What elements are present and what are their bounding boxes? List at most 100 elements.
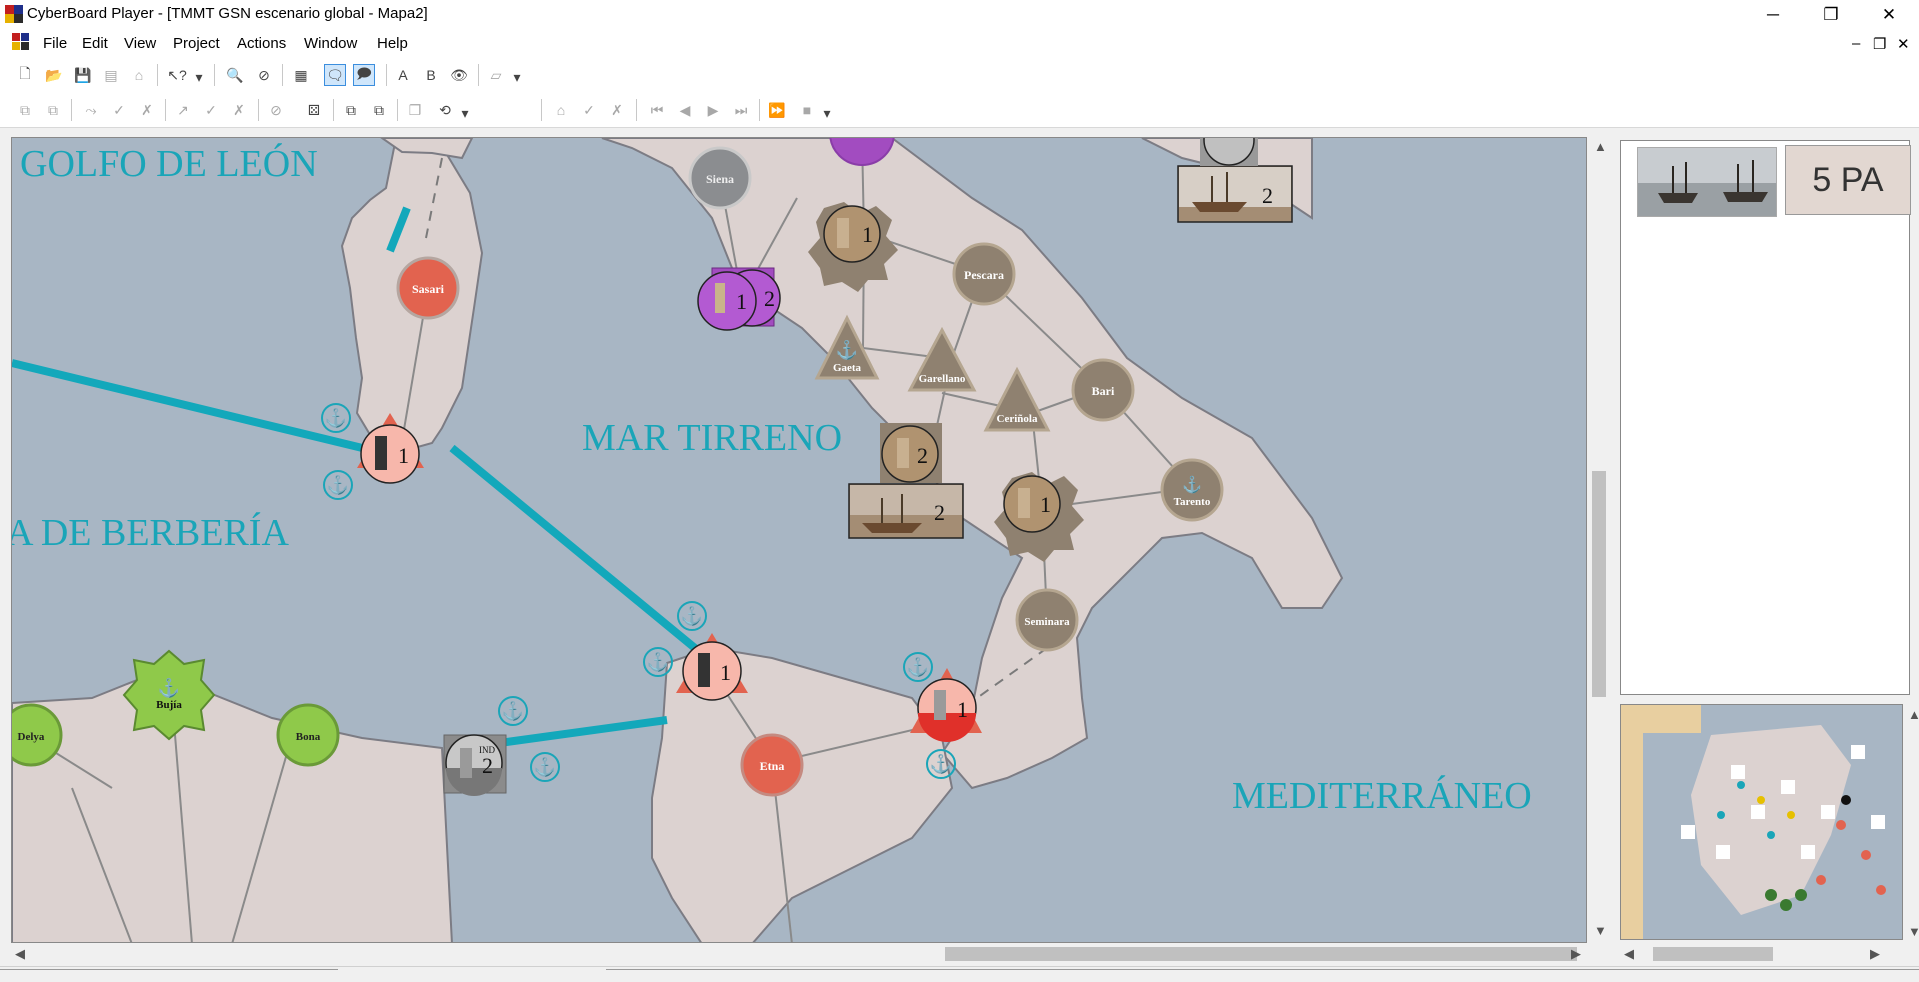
lock-icon[interactable]: ⌂ (128, 64, 150, 86)
dice-icon[interactable]: ⚄ (303, 99, 325, 121)
game-board[interactable]: GOLFO DE LEÓN MAR TIRRENO A DE BERBERÍA … (11, 137, 1587, 943)
scroll-thumb[interactable] (1592, 471, 1606, 697)
prev-icon[interactable]: ◀ (674, 99, 696, 121)
menu-actions[interactable]: Actions (237, 35, 286, 52)
send-back-icon[interactable]: ⧉ (368, 99, 390, 121)
speech-bubble-icon[interactable]: 🗨 (324, 64, 346, 86)
city-sasari[interactable]: Sasari (396, 256, 460, 320)
menu-edit[interactable]: Edit (82, 35, 108, 52)
tray-ship-image[interactable] (1637, 147, 1777, 217)
save-icon[interactable]: 💾 (72, 64, 94, 86)
open-icon[interactable]: 📂 (43, 64, 65, 86)
move-history-icon[interactable]: ⌂ (550, 99, 572, 121)
ship-counter-gaeta[interactable]: 2 (848, 483, 964, 539)
document-icon[interactable] (11, 32, 31, 52)
new-icon[interactable]: 🗋 (14, 64, 36, 86)
dropdown-arrow-icon[interactable]: ▾ (460, 102, 470, 124)
scroll-up-icon[interactable]: ▲ (1594, 139, 1607, 154)
line-accept-icon[interactable]: ✓ (200, 99, 222, 121)
svg-text:Bujía: Bujía (156, 699, 182, 711)
city-pescara[interactable]: Pescara (952, 242, 1016, 306)
bring-front-icon[interactable]: ⧉ (340, 99, 362, 121)
scroll-thumb[interactable] (1653, 947, 1773, 961)
restore-button[interactable]: ❐ (1802, 0, 1860, 29)
line-cancel-icon[interactable]: ✗ (228, 99, 250, 121)
grid-icon[interactable]: ▦ (290, 64, 312, 86)
move-accept-icon[interactable]: ✓ (578, 99, 600, 121)
city-bari[interactable]: Bari (1071, 358, 1135, 422)
first-icon[interactable]: ⏮ (646, 99, 668, 121)
overview-horizontal-scrollbar[interactable]: ◀ ▶ (1620, 944, 1903, 964)
plot-cancel-icon[interactable]: ✗ (136, 99, 158, 121)
status-bar (0, 966, 1919, 982)
duplicate-icon[interactable]: ❐ (404, 99, 426, 121)
scroll-left-icon[interactable]: ◀ (15, 946, 25, 962)
overview-scroll-down-icon[interactable]: ▼ (1908, 924, 1919, 939)
toolbar-separator (636, 99, 637, 121)
menu-project[interactable]: Project (173, 35, 220, 52)
svg-text:Ceriñola: Ceriñola (997, 413, 1038, 425)
save-all-icon[interactable]: ▤ (100, 64, 122, 86)
speech-bubble-auto-icon[interactable]: 🗩 (353, 64, 375, 86)
map-vertical-scrollbar[interactable]: ▲ ▼ (1589, 137, 1609, 943)
menu-file[interactable]: File (43, 35, 67, 52)
sea-label-berberia: A DE BERBERÍA (12, 512, 289, 554)
mdi-minimize-button[interactable]: – (1852, 35, 1860, 52)
eye-icon[interactable]: 👁 (448, 64, 470, 86)
no-draw-icon[interactable]: ⊘ (265, 99, 287, 121)
move-cancel-icon[interactable]: ✗ (606, 99, 628, 121)
stop-icon[interactable]: ■ (796, 99, 818, 121)
dropdown-arrow-icon[interactable]: ▾ (512, 66, 522, 88)
overview-scroll-left-icon[interactable]: ◀ (1624, 946, 1634, 962)
city-etna[interactable]: Etna (740, 733, 804, 797)
dropdown-arrow-icon[interactable]: ▾ (822, 102, 832, 124)
svg-text:⚓: ⚓ (930, 753, 952, 774)
toolbar-separator (759, 99, 760, 121)
overview-scroll-right-icon[interactable]: ▶ (1870, 946, 1880, 962)
unstack-icon[interactable]: ⧉ (42, 99, 64, 121)
city-bujia[interactable]: ⚓ Bujía (122, 649, 216, 741)
text-b-icon[interactable]: B (420, 64, 442, 86)
fast-forward-icon[interactable]: ⏩ (766, 99, 788, 121)
map-horizontal-scrollbar[interactable]: ◀ ▶ (11, 944, 1587, 964)
svg-text:⚓: ⚓ (327, 474, 349, 495)
overview-scroll-up-icon[interactable]: ▲ (1908, 707, 1919, 722)
scroll-down-icon[interactable]: ▼ (1594, 923, 1607, 938)
close-button[interactable]: ✕ (1860, 0, 1918, 29)
help-pointer-icon[interactable]: ↖? (166, 64, 188, 86)
play-icon[interactable]: ▶ (702, 99, 724, 121)
stack-icon[interactable]: ⧉ (14, 99, 36, 121)
zoom-icon[interactable]: 🔍 (224, 64, 246, 86)
svg-text:Delya: Delya (18, 731, 45, 743)
scroll-thumb[interactable] (945, 947, 1577, 961)
plot-accept-icon[interactable]: ✓ (108, 99, 130, 121)
city-bona[interactable]: Bona (276, 703, 340, 767)
minimize-button[interactable]: ─ (1744, 0, 1802, 29)
brown-counter-gaeta[interactable]: 2 (880, 423, 942, 483)
map-canvas[interactable]: GOLFO DE LEÓN MAR TIRRENO A DE BERBERÍA … (12, 138, 1587, 943)
svg-text:⚓: ⚓ (1182, 475, 1202, 494)
zoom-fit-icon[interactable]: ⊘ (253, 64, 275, 86)
mdi-restore-button[interactable]: ❐ (1873, 35, 1886, 53)
grey-counter-ind[interactable]: IND 2 (443, 734, 507, 796)
menu-help[interactable]: Help (377, 35, 408, 52)
city-seminara[interactable]: Seminara (1015, 588, 1079, 652)
board-icon[interactable]: ▱ (485, 64, 507, 86)
rotate-icon[interactable]: ⟲ (434, 99, 456, 121)
scroll-right-icon[interactable]: ▶ (1571, 946, 1581, 962)
purple-counter-stack[interactable]: 2 1 (697, 267, 781, 331)
line-icon[interactable]: ↗ (172, 99, 194, 121)
last-icon[interactable]: ⏭ (730, 99, 752, 121)
action-points-counter[interactable]: 5 PA (1785, 145, 1911, 215)
overview-map[interactable] (1620, 704, 1903, 940)
city-tarento[interactable]: ⚓ Tarento (1160, 458, 1224, 522)
plot-icon[interactable]: ⤳ (80, 99, 102, 121)
menu-window[interactable]: Window (304, 35, 357, 52)
dropdown-arrow-icon[interactable]: ▾ (194, 66, 204, 88)
city-siena[interactable]: Siena (688, 146, 752, 210)
mdi-close-button[interactable]: ✕ (1897, 35, 1910, 53)
tray-palette[interactable]: 5 PA (1620, 140, 1911, 695)
text-a-icon[interactable]: A (392, 64, 414, 86)
menu-view[interactable]: View (124, 35, 156, 52)
city-delya[interactable]: Delya (12, 703, 63, 767)
